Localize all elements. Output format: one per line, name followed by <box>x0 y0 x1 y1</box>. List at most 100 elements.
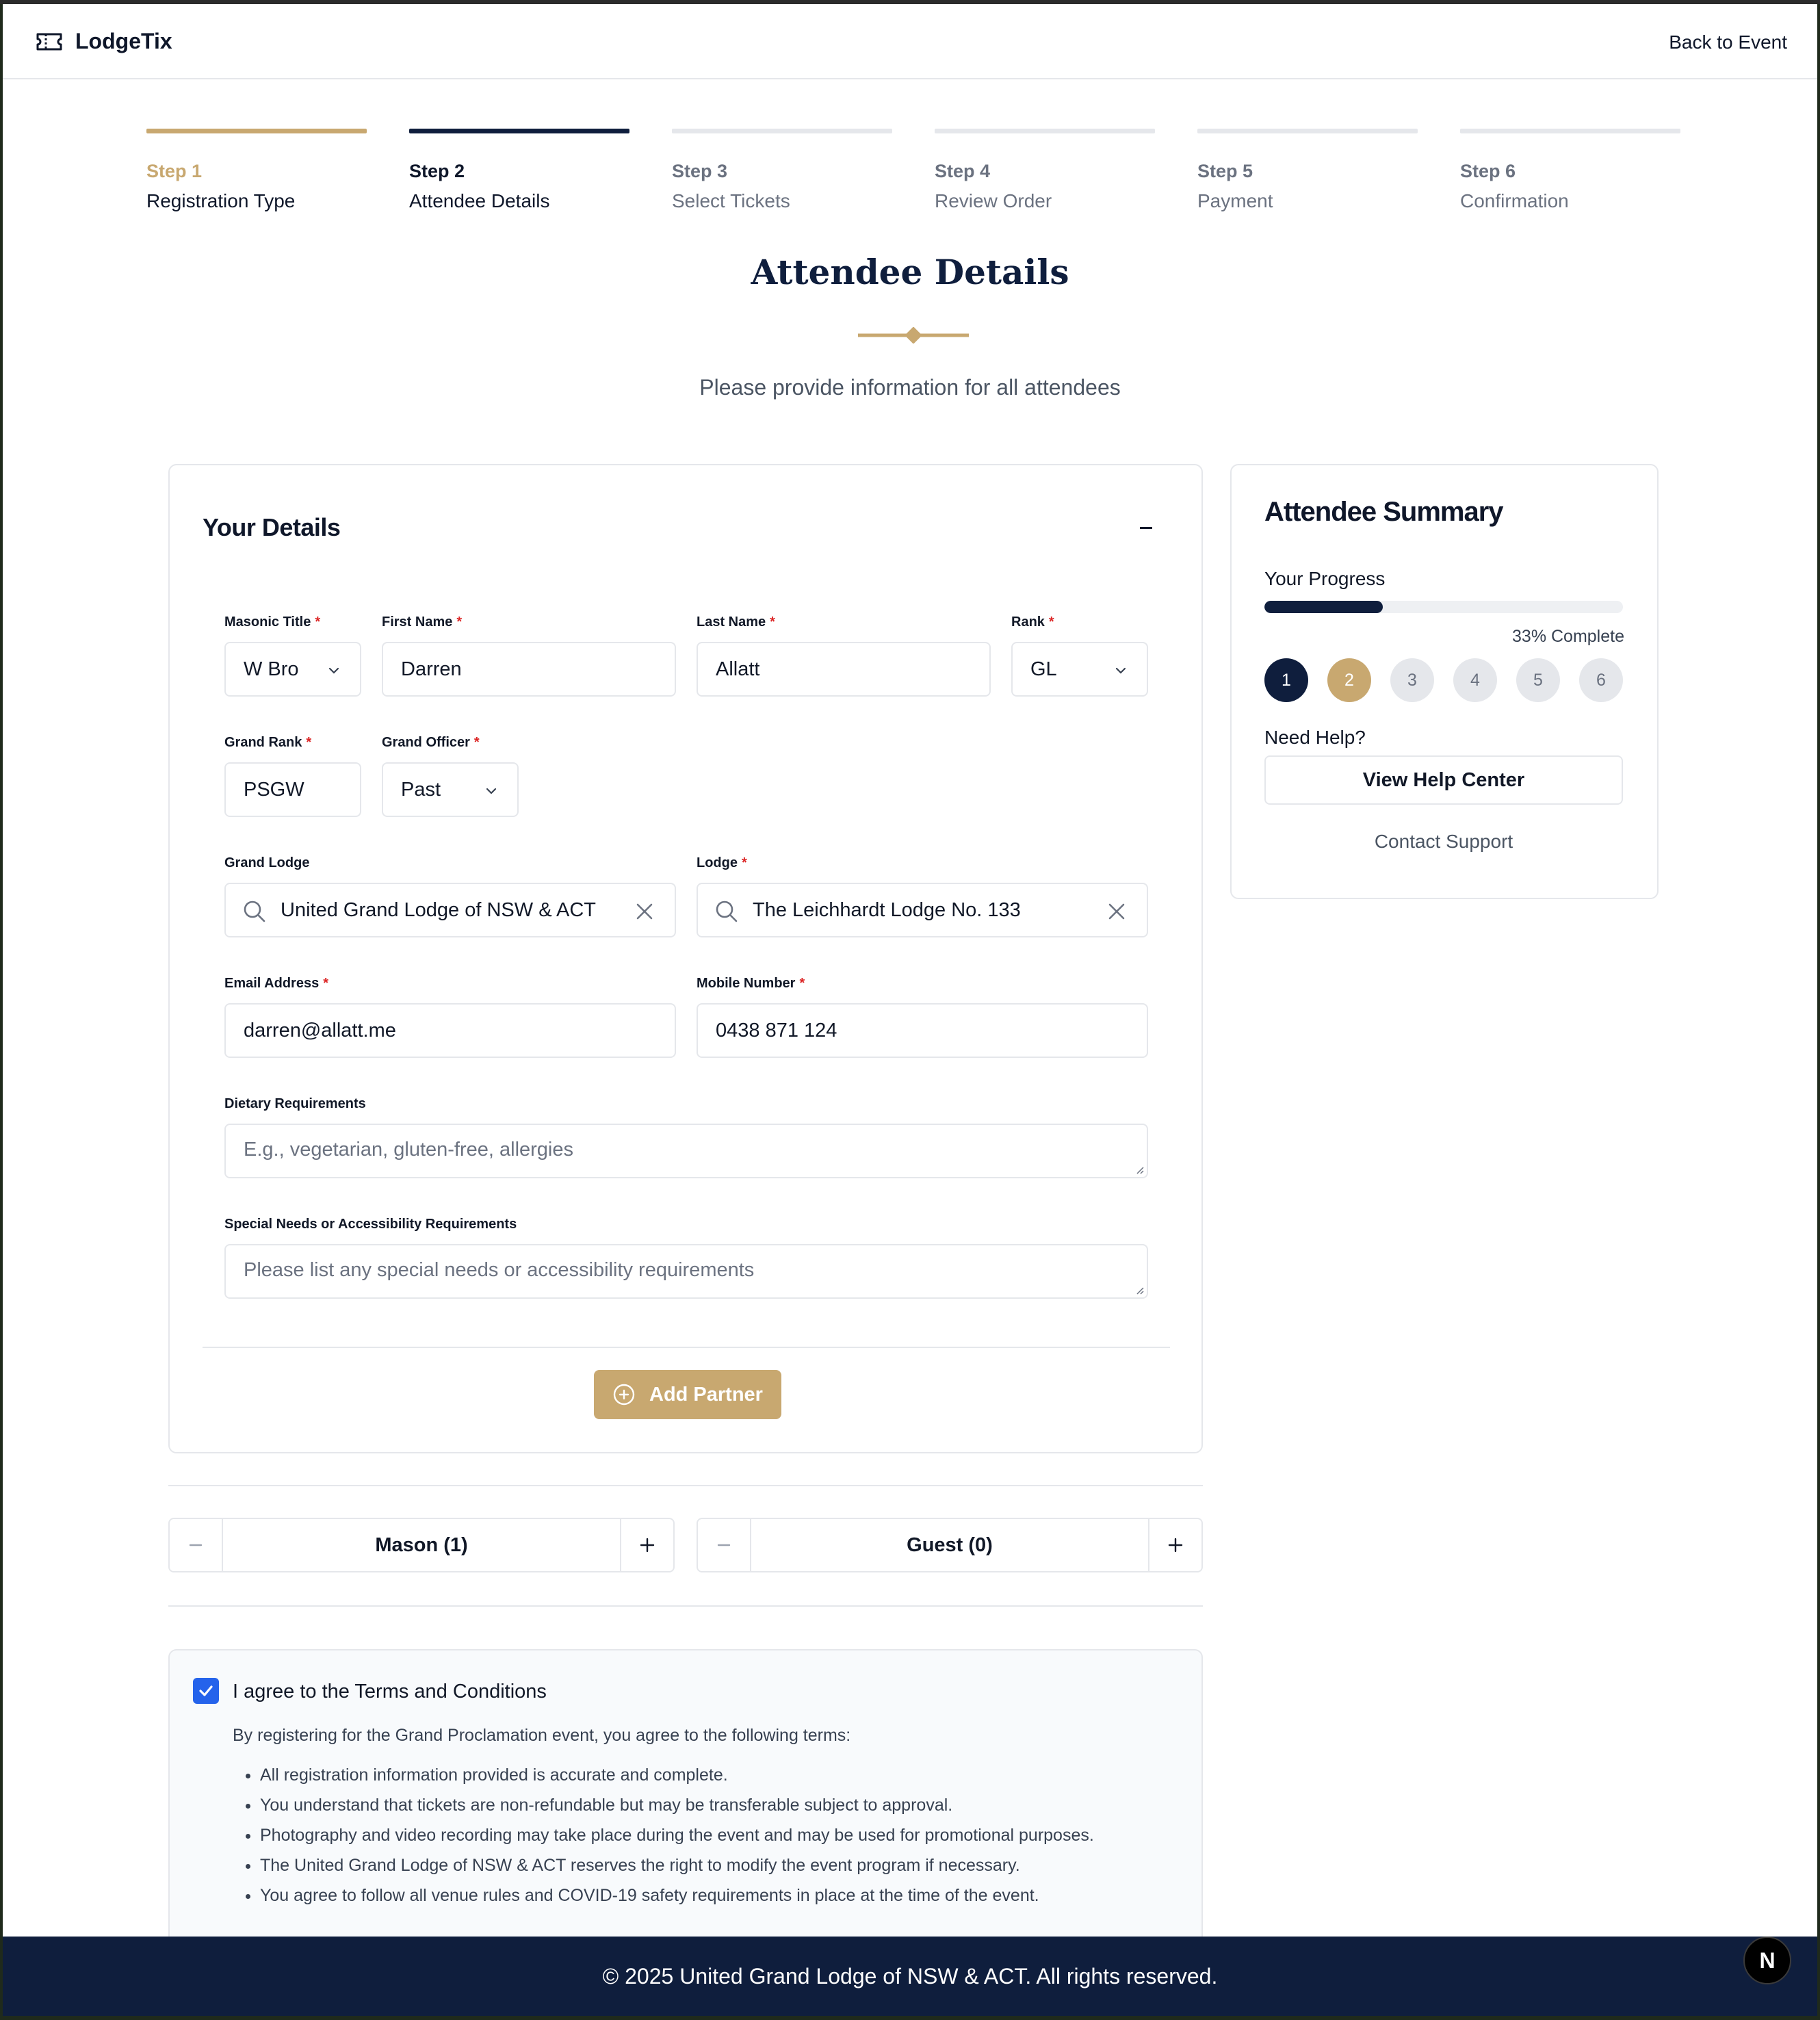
rank-select[interactable]: GL <box>1011 642 1148 697</box>
resize-grip-icon[interactable] <box>1134 1165 1144 1174</box>
plus-icon <box>640 1538 655 1553</box>
step-attendee-details[interactable]: Step 2 Attendee Details <box>409 129 629 212</box>
masonic-title-select[interactable]: W Bro <box>224 642 361 697</box>
grand-rank-field: Grand Rank * PSGW <box>224 735 361 817</box>
your-details-card: Your Details Masonic Title * W Bro First … <box>168 464 1203 1453</box>
field-label: Dietary Requirements <box>224 1096 366 1111</box>
mason-decrement-button[interactable] <box>170 1519 223 1571</box>
email-field: Email Address * darren@allatt.me <box>224 976 676 1058</box>
step-label: Select Tickets <box>672 190 790 211</box>
required-mark: * <box>306 735 312 750</box>
field-label: Email Address <box>224 976 320 991</box>
card-title: Your Details <box>203 513 341 541</box>
guest-decrement-button[interactable] <box>698 1519 751 1571</box>
input-value: Allatt <box>716 658 760 680</box>
special-needs-textarea[interactable]: Please list any special needs or accessi… <box>224 1244 1148 1299</box>
grand-officer-field: Grand Officer * Past <box>382 735 519 817</box>
step-dot: 4 <box>1453 658 1497 702</box>
step-bar <box>1460 129 1680 133</box>
step-dots: 1 2 3 4 5 6 <box>1264 658 1623 702</box>
textarea-placeholder: Please list any special needs or accessi… <box>244 1259 755 1281</box>
grand-lodge-field: Grand Lodge United Grand Lodge of NSW & … <box>224 855 676 937</box>
input-value: PSGW <box>244 778 304 801</box>
mason-increment-button[interactable] <box>620 1519 673 1571</box>
mobile-input[interactable]: 0438 871 124 <box>697 1003 1148 1058</box>
step-number: Step 1 <box>146 161 203 181</box>
field-label: Last Name <box>697 614 766 630</box>
need-help-label: Need Help? <box>1264 727 1366 748</box>
required-mark: * <box>770 614 775 630</box>
field-label: Special Needs or Accessibility Requireme… <box>224 1217 517 1232</box>
grand-lodge-search-input[interactable]: United Grand Lodge of NSW & ACT <box>224 883 676 937</box>
chevron-down-icon <box>486 788 497 794</box>
rank-field: Rank * GL <box>1011 614 1148 697</box>
field-label: Grand Lodge <box>224 855 310 870</box>
textarea-placeholder: E.g., vegetarian, gluten-free, allergies <box>244 1139 573 1161</box>
close-icon[interactable] <box>1107 902 1126 921</box>
terms-list: All registration information provided is… <box>260 1760 1184 1911</box>
progress-stepper: Step 1 Registration Type Step 2 Attendee… <box>146 129 1682 224</box>
step-number: Step 6 <box>1460 161 1516 181</box>
grand-rank-input[interactable]: PSGW <box>224 762 361 817</box>
collapse-button[interactable] <box>1140 527 1152 529</box>
contact-support-link[interactable]: Contact Support <box>1264 831 1623 853</box>
step-number: Step 4 <box>935 161 991 181</box>
mason-counter: Mason (1) <box>168 1518 675 1572</box>
terms-checkbox[interactable] <box>193 1678 219 1704</box>
input-value: 0438 871 124 <box>716 1019 837 1041</box>
copyright-text: © 2025 United Grand Lodge of NSW & ACT. … <box>602 1963 1218 1989</box>
brand[interactable]: LodgeTix <box>36 29 172 54</box>
lodge-search-input[interactable]: The Leichhardt Lodge No. 133 <box>697 883 1148 937</box>
step-confirmation: Step 6 Confirmation <box>1460 129 1680 212</box>
input-value: Darren <box>401 658 462 680</box>
field-label: Grand Rank <box>224 735 302 750</box>
last-name-field: Last Name * Allatt <box>697 614 991 697</box>
field-label: Mobile Number <box>697 976 796 991</box>
list-item: The United Grand Lodge of NSW & ACT rese… <box>260 1850 1184 1880</box>
close-icon[interactable] <box>635 902 654 921</box>
step-registration-type[interactable]: Step 1 Registration Type <box>146 129 367 212</box>
view-help-center-button[interactable]: View Help Center <box>1264 755 1623 805</box>
list-item: All registration information provided is… <box>260 1760 1184 1790</box>
progress-label: Your Progress <box>1264 568 1386 589</box>
dietary-textarea[interactable]: E.g., vegetarian, gluten-free, allergies <box>224 1124 1148 1178</box>
guest-increment-button[interactable] <box>1148 1519 1201 1571</box>
step-number: Step 3 <box>672 161 728 181</box>
dietary-field: Dietary Requirements E.g., vegetarian, g… <box>224 1096 1148 1178</box>
step-number: Step 5 <box>1197 161 1253 181</box>
input-value: darren@allatt.me <box>244 1019 396 1041</box>
terms-label[interactable]: I agree to the Terms and Conditions <box>233 1681 547 1703</box>
add-partner-button[interactable]: Add Partner <box>594 1370 781 1419</box>
first-name-input[interactable]: Darren <box>382 642 676 697</box>
grand-officer-select[interactable]: Past <box>382 762 519 817</box>
dev-tools-badge[interactable]: N <box>1743 1937 1791 1984</box>
attendee-summary-card: Attendee Summary Your Progress 33% Compl… <box>1230 464 1659 899</box>
minus-icon <box>717 1544 731 1546</box>
required-mark: * <box>323 976 328 991</box>
input-value: United Grand Lodge of NSW & ACT <box>281 898 596 921</box>
step-dot: 5 <box>1516 658 1560 702</box>
email-input[interactable]: darren@allatt.me <box>224 1003 676 1058</box>
lodge-field: Lodge * The Leichhardt Lodge No. 133 <box>697 855 1148 937</box>
ticket-icon <box>36 33 62 50</box>
list-item: You agree to follow all venue rules and … <box>260 1880 1184 1911</box>
required-mark: * <box>473 735 480 750</box>
step-dot: 2 <box>1327 658 1371 702</box>
back-to-event-link[interactable]: Back to Event <box>1669 31 1787 53</box>
select-value: GL <box>1030 658 1057 680</box>
terms-intro: By registering for the Grand Proclamatio… <box>233 1726 851 1745</box>
guest-count: Guest (0) <box>907 1533 993 1556</box>
mobile-field: Mobile Number * 0438 871 124 <box>697 976 1148 1058</box>
step-bar <box>409 129 629 133</box>
step-dot: 6 <box>1579 658 1623 702</box>
divider <box>168 1605 1203 1607</box>
chevron-down-icon <box>1115 667 1126 674</box>
step-label: Registration Type <box>146 190 296 211</box>
summary-title: Attendee Summary <box>1264 497 1504 527</box>
last-name-input[interactable]: Allatt <box>697 642 991 697</box>
resize-grip-icon[interactable] <box>1134 1285 1144 1295</box>
step-bar <box>935 129 1155 133</box>
step-select-tickets: Step 3 Select Tickets <box>672 129 892 212</box>
plus-icon <box>1168 1538 1183 1553</box>
list-item: You understand that tickets are non-refu… <box>260 1790 1184 1820</box>
